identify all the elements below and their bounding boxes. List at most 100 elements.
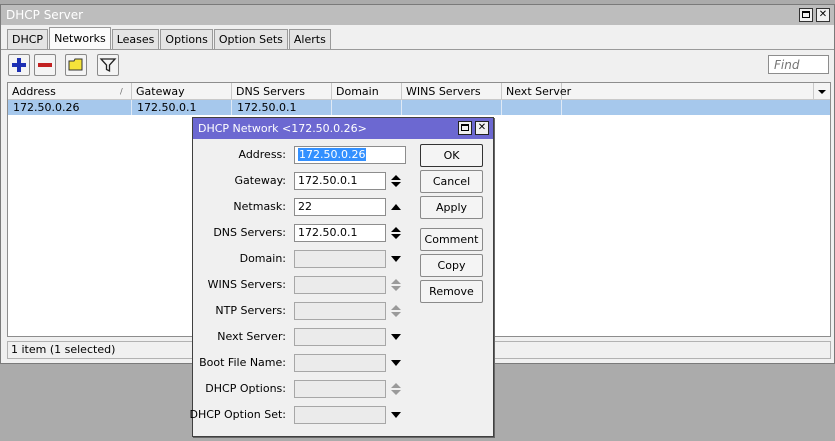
domain-field[interactable]: [294, 250, 386, 268]
dhcp-options-field[interactable]: [294, 380, 386, 398]
close-icon: ✕: [477, 122, 487, 133]
up-down-arrows-icon[interactable]: [390, 226, 402, 240]
column-menu-button[interactable]: [814, 83, 830, 100]
dns-servers-field[interactable]: 172.50.0.1: [294, 224, 386, 242]
column-header-wins-servers[interactable]: WINS Servers: [402, 83, 502, 100]
ntp-servers-field[interactable]: [294, 302, 386, 320]
column-header-gateway[interactable]: Gateway: [132, 83, 232, 100]
remove-button[interactable]: [34, 54, 56, 76]
cell-gateway: 172.50.0.1: [132, 100, 232, 115]
apply-button[interactable]: Apply: [420, 196, 483, 219]
cancel-button[interactable]: Cancel: [420, 170, 483, 193]
next-server-label: Next Server:: [217, 330, 286, 343]
up-down-arrows-icon[interactable]: [390, 278, 402, 292]
column-header-next-server[interactable]: Next Server: [502, 83, 571, 100]
domain-row: Domain:: [193, 250, 408, 268]
dns-servers-row: DNS Servers: 172.50.0.1: [193, 224, 408, 242]
tab-options[interactable]: Options: [160, 29, 213, 49]
address-row: Address: 172.50.0.26: [193, 146, 408, 164]
down-arrow-icon[interactable]: [390, 356, 402, 370]
tab-leases[interactable]: Leases: [111, 29, 160, 49]
remove-icon: [38, 63, 52, 67]
status-text: 1 item (1 selected): [11, 343, 116, 356]
next-server-row: Next Server:: [193, 328, 408, 346]
down-arrow-icon[interactable]: [390, 252, 402, 266]
cell-wins-servers: [402, 100, 502, 115]
tab-bar: DHCP Networks Leases Options Option Sets…: [7, 27, 332, 49]
tab-dhcp[interactable]: DHCP: [7, 29, 49, 49]
column-header-blank: [562, 83, 814, 100]
tab-divider: [1, 49, 834, 50]
comment-button[interactable]: Comment: [420, 228, 483, 251]
up-arrow-icon[interactable]: [390, 200, 402, 214]
remove-button[interactable]: Remove: [420, 280, 483, 303]
restore-button[interactable]: [799, 8, 813, 22]
add-button[interactable]: [8, 54, 30, 76]
tab-option-sets[interactable]: Option Sets: [213, 29, 288, 49]
wins-servers-label: WINS Servers:: [207, 278, 286, 291]
gateway-label: Gateway:: [234, 174, 287, 187]
cell-dns-servers: 172.50.0.1: [232, 100, 332, 115]
ntp-servers-label: NTP Servers:: [215, 304, 286, 317]
wins-servers-row: WINS Servers:: [193, 276, 408, 294]
window-title: DHCP Server: [6, 8, 84, 22]
chevron-down-icon: [818, 90, 826, 94]
close-button[interactable]: ✕: [816, 8, 830, 22]
dhcp-network-dialog: DHCP Network <172.50.0.26> ✕ Address: 17…: [189, 117, 494, 437]
comment-icon: [68, 58, 83, 71]
dhcp-option-set-field[interactable]: [294, 406, 386, 424]
column-label: Address: [12, 85, 56, 98]
ok-button[interactable]: OK: [420, 144, 483, 167]
domain-label: Domain:: [239, 252, 286, 265]
cell-address: 172.50.0.26: [8, 100, 132, 115]
column-header-dns-servers[interactable]: DNS Servers: [232, 83, 332, 100]
filter-icon: [99, 58, 117, 73]
down-arrow-icon[interactable]: [390, 408, 402, 422]
dhcp-options-row: DHCP Options:: [193, 380, 408, 398]
close-icon: ✕: [818, 9, 828, 20]
column-header-address[interactable]: Address /: [8, 83, 132, 100]
find-input[interactable]: [768, 55, 829, 74]
table-row[interactable]: 172.50.0.26 172.50.0.1 172.50.0.1: [8, 100, 830, 115]
netmask-row: Netmask: 22: [193, 198, 408, 216]
up-down-arrows-icon[interactable]: [390, 304, 402, 318]
dns-servers-label: DNS Servers:: [213, 226, 286, 239]
netmask-label: Netmask:: [233, 200, 286, 213]
restore-icon: [461, 124, 469, 131]
wins-servers-field[interactable]: [294, 276, 386, 294]
boot-file-name-label: Boot File Name:: [199, 356, 286, 369]
dialog-close-button[interactable]: ✕: [475, 121, 489, 135]
dhcp-options-label: DHCP Options:: [205, 382, 286, 395]
address-value: 172.50.0.26: [298, 148, 367, 161]
ntp-servers-row: NTP Servers:: [193, 302, 408, 320]
netmask-field[interactable]: 22: [294, 198, 386, 216]
sort-icon: /: [120, 87, 123, 96]
table-header: Address / Gateway DNS Servers Domain WIN…: [8, 83, 830, 100]
dialog-title-bar[interactable]: DHCP Network <172.50.0.26> ✕: [193, 118, 493, 139]
next-server-field[interactable]: [294, 328, 386, 346]
tab-alerts[interactable]: Alerts: [288, 29, 331, 49]
add-icon: [12, 58, 26, 72]
up-down-arrows-icon[interactable]: [390, 174, 402, 188]
dhcp-option-set-label: DHCP Option Set:: [189, 408, 286, 421]
restore-icon: [802, 11, 810, 18]
address-label: Address:: [238, 148, 286, 161]
address-field[interactable]: 172.50.0.26: [294, 146, 406, 164]
comment-button[interactable]: [65, 54, 87, 76]
boot-file-name-row: Boot File Name:: [193, 354, 408, 372]
copy-button[interactable]: Copy: [420, 254, 483, 277]
dhcp-option-set-row: DHCP Option Set:: [189, 406, 408, 424]
dialog-title: DHCP Network <172.50.0.26>: [198, 122, 367, 135]
gateway-row: Gateway: 172.50.0.1: [193, 172, 408, 190]
up-down-arrows-icon[interactable]: [390, 382, 402, 396]
cell-next-server: [502, 100, 562, 115]
tab-networks[interactable]: Networks: [49, 27, 111, 49]
cell-domain: [332, 100, 402, 115]
dialog-restore-button[interactable]: [458, 121, 472, 135]
window-title-bar[interactable]: DHCP Server ✕: [1, 5, 834, 25]
down-arrow-icon[interactable]: [390, 330, 402, 344]
column-header-domain[interactable]: Domain: [332, 83, 402, 100]
filter-button[interactable]: [97, 54, 119, 76]
boot-file-name-field[interactable]: [294, 354, 386, 372]
gateway-field[interactable]: 172.50.0.1: [294, 172, 386, 190]
